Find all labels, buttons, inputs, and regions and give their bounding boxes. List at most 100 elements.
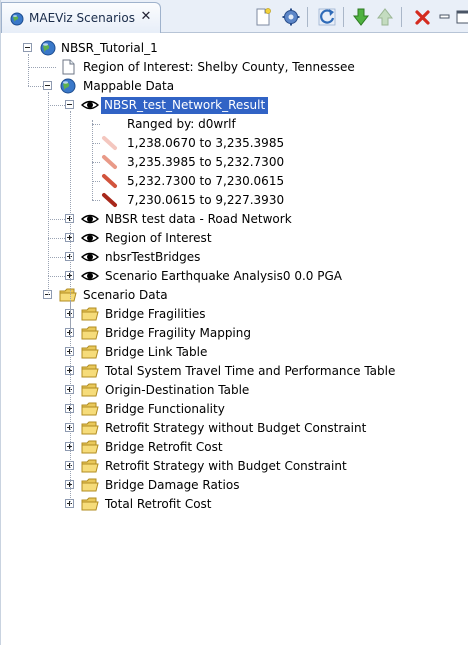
folder-icon [59, 287, 77, 303]
tree-item-label: Region of Interest [105, 231, 212, 245]
tree-item-dataset[interactable]: Bridge Functionality [1, 400, 468, 419]
view-toolbar [249, 4, 468, 30]
tree-item-label: nbsrTestBridges [105, 250, 201, 264]
tree-item-region-of-interest[interactable]: Region of Interest: Shelby County, Tenne… [1, 58, 468, 77]
globe-icon [59, 78, 77, 94]
toolbar-separator [343, 7, 344, 27]
tree-item-dataset[interactable]: Retrofit Strategy with Budget Constraint [1, 457, 468, 476]
tree-item-dataset[interactable]: Bridge Link Table [1, 343, 468, 362]
tree-item-label: Origin-Destination Table [105, 383, 250, 397]
tree-guide-line [28, 86, 43, 87]
tree-item-result-layer[interactable]: NBSR_test_Network_Result [1, 96, 468, 115]
tree-item-dataset[interactable]: Bridge Fragility Mapping [1, 324, 468, 343]
tree-item-label: Scenario Earthquake Analysis0 0.0 PGA [105, 269, 342, 283]
collapse-icon[interactable] [65, 100, 74, 109]
toolbar-separator [307, 7, 308, 27]
tree-guide-line [48, 276, 65, 277]
legend-swatch-icon [101, 135, 119, 151]
folder-icon [81, 496, 99, 512]
delete-icon[interactable] [413, 7, 433, 27]
tree-item-label: Scenario Data [83, 288, 168, 302]
tree-guide-line [92, 124, 100, 125]
tree-guide-line [48, 219, 65, 220]
tree-item-dataset[interactable]: Retrofit Strategy without Budget Constra… [1, 419, 468, 438]
tree-guide-line [48, 92, 49, 276]
tree-guide-line [28, 54, 29, 86]
tree-guide-line [92, 200, 100, 201]
tree-guide-line [70, 301, 71, 504]
tree-item-label: Bridge Damage Ratios [105, 478, 240, 492]
tree-item-label: 5,232.7300 to 7,230.0615 [127, 174, 285, 188]
tree-item-label: Bridge Fragilities [105, 307, 206, 321]
tree-item-dataset[interactable]: Bridge Damage Ratios [1, 476, 468, 495]
tree-item-layer[interactable]: nbsrTestBridges [1, 248, 468, 267]
page-icon [59, 59, 77, 75]
tree-guide-line [48, 238, 65, 239]
tree-item-dataset[interactable]: Bridge Fragilities [1, 305, 468, 324]
tree-item-label: Retrofit Strategy without Budget Constra… [105, 421, 367, 435]
tree-item-label: Region of Interest: Shelby County, Tenne… [83, 60, 355, 74]
move-up-icon[interactable] [375, 7, 395, 27]
tree-item-layer[interactable]: Region of Interest [1, 229, 468, 248]
folder-icon [81, 420, 99, 436]
tree-item-dataset[interactable]: Total System Travel Time and Performance… [1, 362, 468, 381]
tree-item-dataset[interactable]: Total Retrofit Cost [1, 495, 468, 514]
eye-icon[interactable] [80, 211, 100, 227]
eye-icon[interactable] [80, 268, 100, 284]
tab-maeviz-scenarios[interactable]: MAEViz Scenarios ✕ [1, 2, 161, 33]
tree-item-label: NBSR_Tutorial_1 [61, 41, 158, 55]
tree-item-label: Ranged by: d0wrlf [127, 117, 236, 131]
tree-item-label: Bridge Fragility Mapping [105, 326, 251, 340]
legend-swatch-icon [101, 154, 119, 170]
tree-item-label: Bridge Functionality [105, 402, 225, 416]
minimize-icon[interactable] [435, 7, 455, 27]
folder-icon [81, 363, 99, 379]
tree-item-label: Bridge Link Table [105, 345, 208, 359]
tree-item-dataset[interactable]: Bridge Retrofit Cost [1, 438, 468, 457]
tree-item-layer[interactable]: NBSR test data - Road Network [1, 210, 468, 229]
close-icon[interactable]: ✕ [139, 10, 153, 24]
tree-guide-line [48, 105, 65, 106]
tree-item-label: Total System Travel Time and Performance… [105, 364, 396, 378]
legend-swatch-icon [101, 173, 119, 189]
folder-icon [81, 401, 99, 417]
tree-item-label: 1,238.0670 to 3,235.3985 [127, 136, 285, 150]
tree-item-layer[interactable]: Scenario Earthquake Analysis0 0.0 PGA [1, 267, 468, 286]
gear-icon[interactable] [281, 7, 301, 27]
collapse-icon[interactable] [23, 43, 32, 52]
eye-icon[interactable] [80, 249, 100, 265]
legend-range-item[interactable]: 1,238.0670 to 3,235.3985 [1, 134, 468, 153]
folder-icon [81, 306, 99, 322]
tree-item-label: Mappable Data [83, 79, 175, 93]
tree-item-label: 3,235.3985 to 5,232.7300 [127, 155, 285, 169]
refresh-icon[interactable] [317, 7, 337, 27]
move-down-icon[interactable] [351, 7, 371, 27]
legend-ranged-by[interactable]: Ranged by: d0wrlf [1, 115, 468, 134]
globe-icon [10, 12, 24, 26]
tree-guide-line [28, 67, 56, 68]
tree-item-dataset[interactable]: Origin-Destination Table [1, 381, 468, 400]
tree-item-label: NBSR test data - Road Network [105, 212, 292, 226]
tree-item-root[interactable]: NBSR_Tutorial_1 [1, 39, 468, 58]
new-document-icon[interactable] [253, 7, 273, 27]
folder-icon [81, 344, 99, 360]
legend-range-item[interactable]: 3,235.3985 to 5,232.7300 [1, 153, 468, 172]
tree-guide-line [48, 257, 65, 258]
eye-icon[interactable] [80, 97, 100, 113]
toolbar-separator [401, 7, 402, 27]
tree-item-scenario-data[interactable]: Scenario Data [1, 286, 468, 305]
tree-guide-line [92, 181, 100, 182]
tree-item-label: Retrofit Strategy with Budget Constraint [105, 459, 347, 473]
tree-item-mappable-data[interactable]: Mappable Data [1, 77, 468, 96]
folder-icon [81, 477, 99, 493]
legend-range-item[interactable]: 5,232.7300 to 7,230.0615 [1, 172, 468, 191]
view-tab-bar: MAEViz Scenarios ✕ [1, 0, 468, 33]
collapse-icon[interactable] [43, 81, 52, 90]
eye-icon[interactable] [80, 230, 100, 246]
legend-range-item[interactable]: 7,230.0615 to 9,227.3930 [1, 191, 468, 210]
maximize-icon[interactable] [453, 7, 468, 27]
tab-title: MAEViz Scenarios [29, 11, 135, 25]
tree-guide-line [48, 276, 49, 295]
tree-item-label: Bridge Retrofit Cost [105, 440, 223, 454]
tree-guide-line [92, 120, 93, 200]
